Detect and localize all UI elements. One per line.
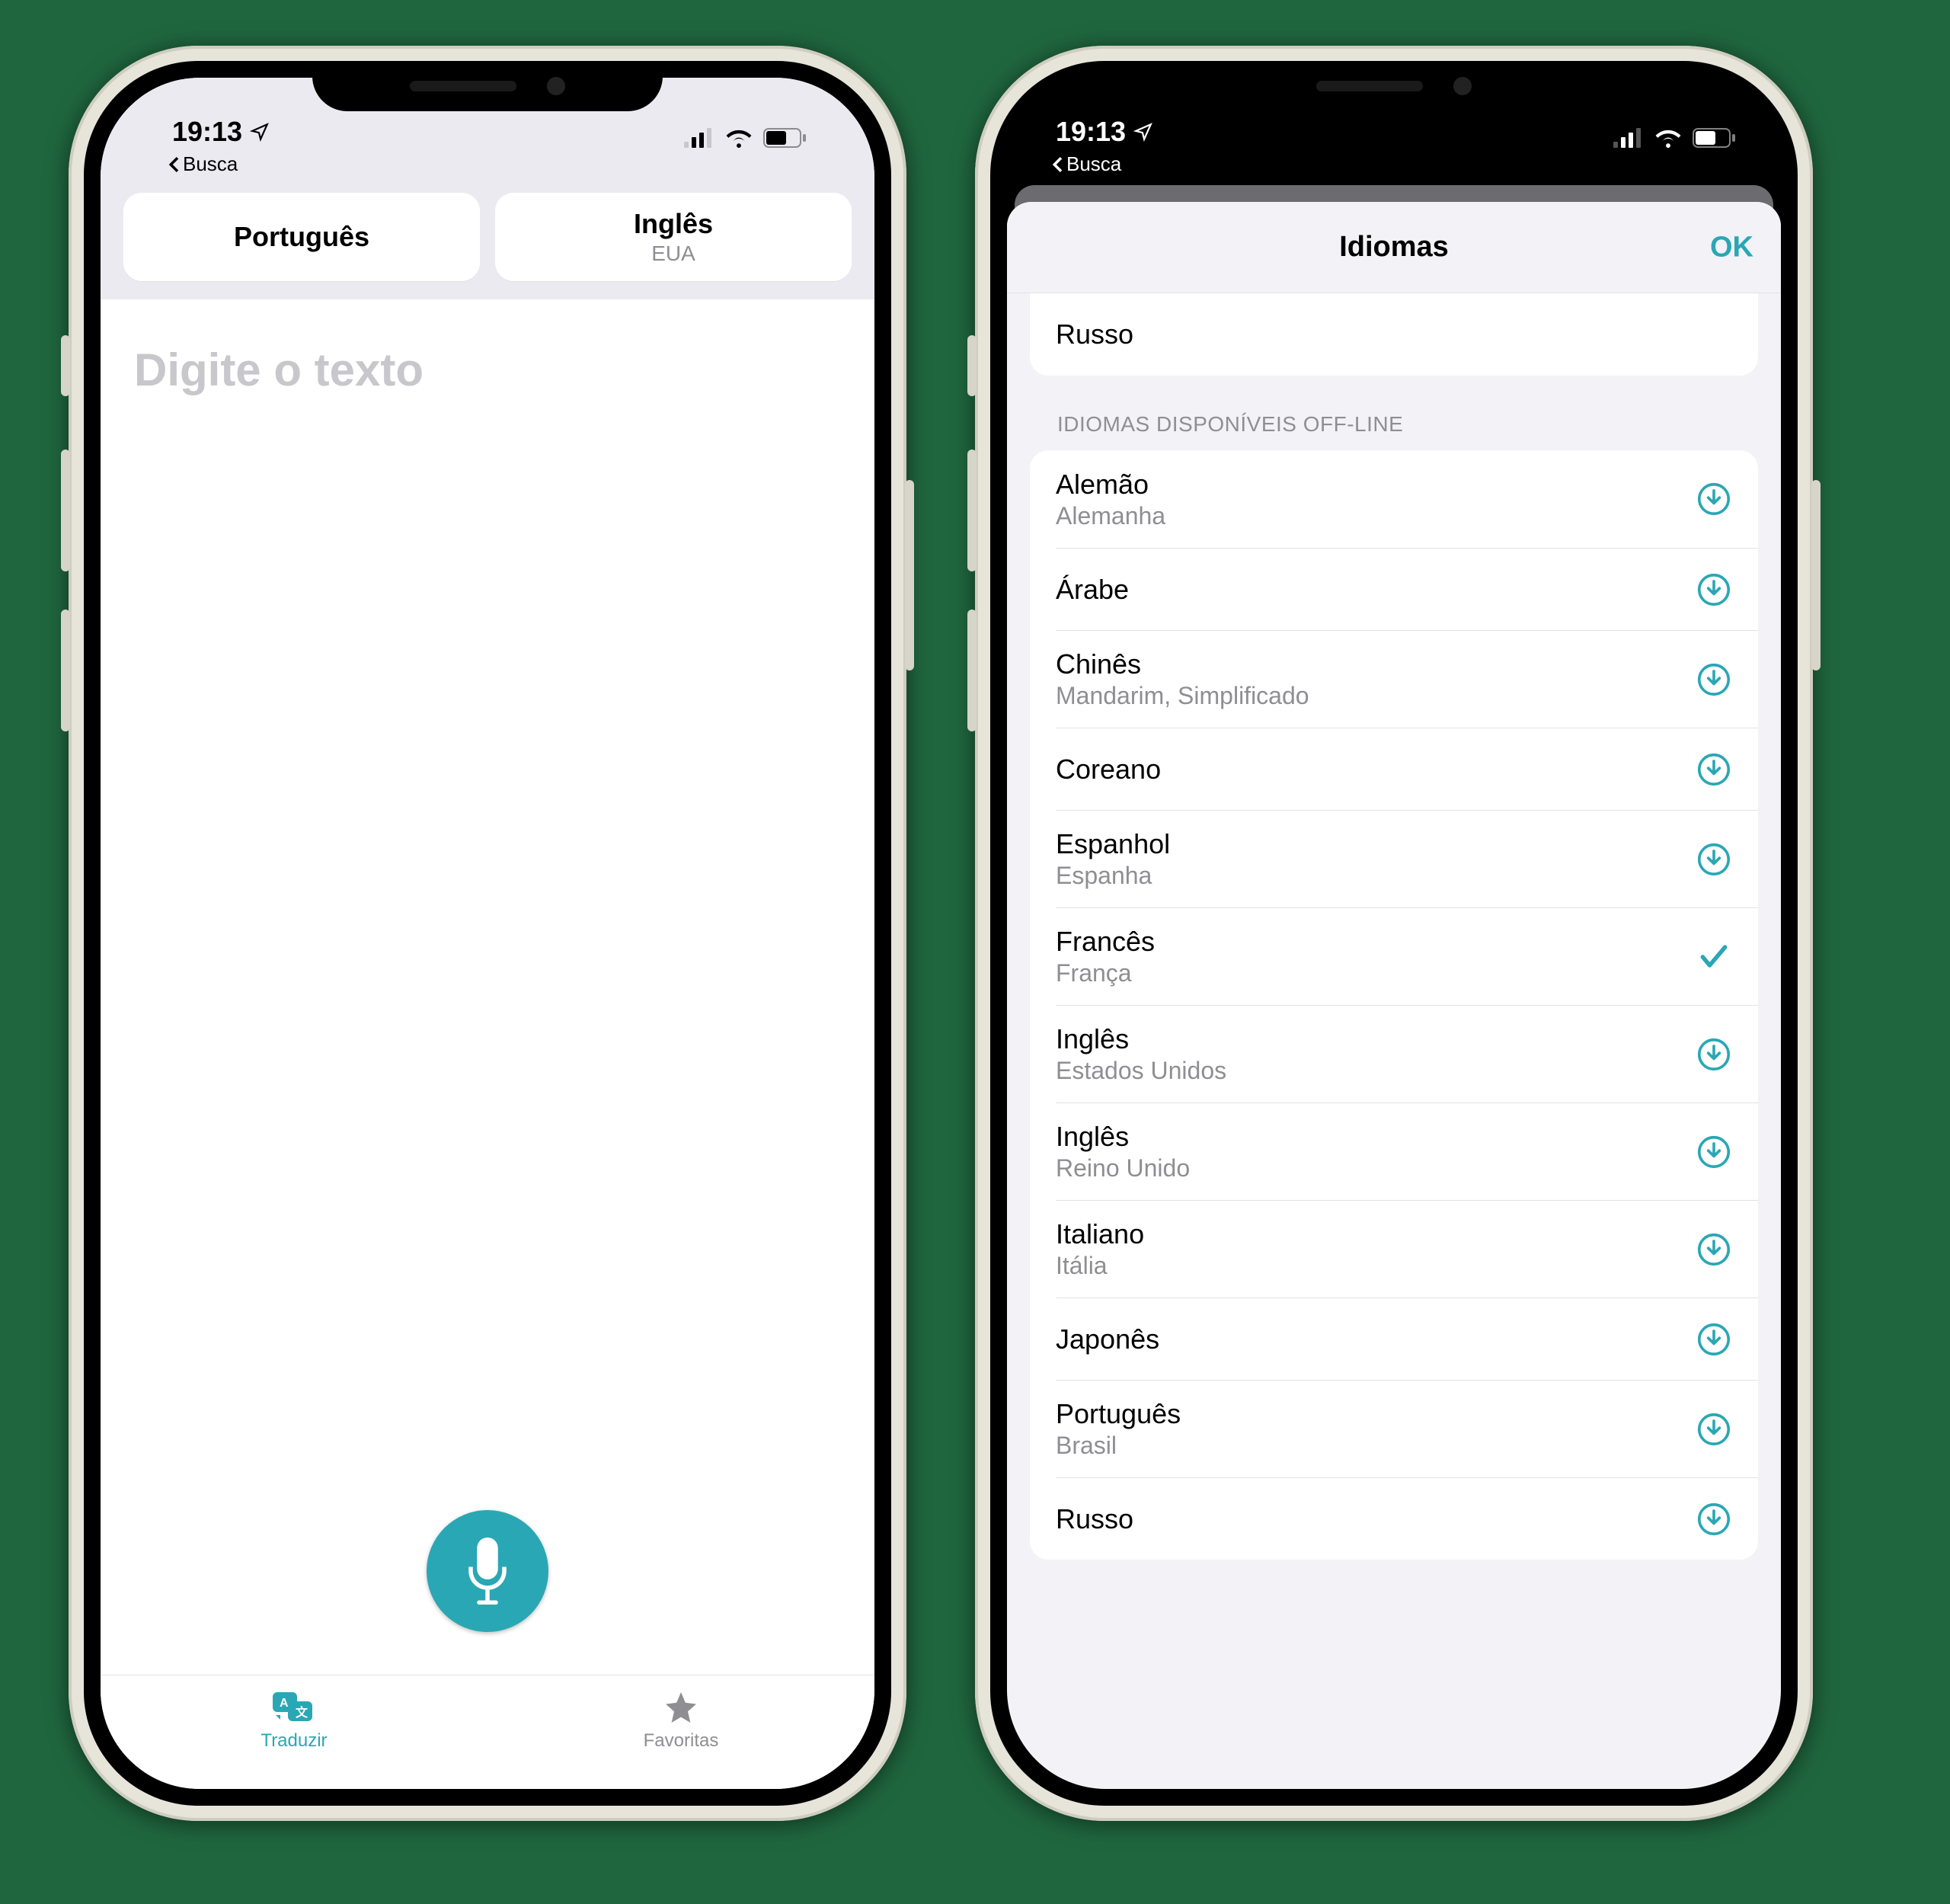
back-caret-icon: [168, 157, 180, 172]
download-icon[interactable]: [1693, 663, 1735, 696]
download-icon[interactable]: [1693, 1323, 1735, 1356]
language-subtitle: Espanha: [1056, 862, 1693, 890]
download-icon[interactable]: [1693, 1413, 1735, 1446]
back-caret-icon: [1051, 157, 1063, 172]
language-subtitle: Mandarim, Simplificado: [1056, 682, 1693, 710]
language-name: Francês: [1056, 926, 1693, 958]
language-row[interactable]: ChinêsMandarim, Simplificado: [1056, 630, 1758, 728]
tab-bar: A 文 Traduzir Favoritas: [101, 1675, 874, 1789]
status-time: 19:13: [172, 116, 242, 148]
wifi-icon: [725, 128, 753, 148]
target-language-sub: EUA: [651, 242, 695, 266]
languages-scroll[interactable]: Russo IDIOMAS DISPONÍVEIS OFF-LINE Alemã…: [1007, 293, 1781, 1789]
language-subtitle: Reino Unido: [1056, 1154, 1693, 1182]
language-row[interactable]: Russo: [1030, 293, 1758, 376]
language-row[interactable]: FrancêsFrança: [1056, 907, 1758, 1005]
language-name: Inglês: [1056, 1121, 1693, 1153]
tab-translate-label: Traduzir: [261, 1730, 327, 1752]
back-to-app[interactable]: Busca: [1007, 151, 1781, 182]
wifi-icon: [1654, 128, 1682, 148]
language-subtitle: Estados Unidos: [1056, 1057, 1693, 1085]
language-row[interactable]: EspanholEspanha: [1056, 810, 1758, 907]
language-name: Russo: [1056, 318, 1735, 350]
language-subtitle: Alemanha: [1056, 502, 1693, 530]
back-to-app[interactable]: Busca: [123, 151, 852, 182]
language-row[interactable]: Japonês: [1056, 1298, 1758, 1380]
language-name: Russo: [1056, 1503, 1693, 1535]
svg-text:文: 文: [296, 1705, 308, 1720]
language-name: Alemão: [1056, 469, 1693, 501]
download-icon[interactable]: [1693, 843, 1735, 876]
download-icon[interactable]: [1693, 1135, 1735, 1169]
language-subtitle: Brasil: [1056, 1432, 1693, 1460]
device-frame-right: 19:13 Busca Idiomas: [975, 46, 1813, 1821]
language-name: Italiano: [1056, 1218, 1693, 1250]
translate-input-placeholder: Digite o texto: [134, 344, 841, 396]
status-time: 19:13: [1056, 116, 1126, 148]
back-app-label: Busca: [1066, 152, 1121, 176]
download-icon[interactable]: [1693, 753, 1735, 786]
battery-icon: [763, 128, 807, 148]
language-row[interactable]: InglêsReino Unido: [1056, 1102, 1758, 1200]
language-name: Português: [1056, 1398, 1693, 1430]
download-icon[interactable]: [1693, 1502, 1735, 1536]
languages-sheet: Idiomas OK Russo IDIOMAS DISPONÍVEIS OFF…: [1007, 202, 1781, 1789]
language-name: Coreano: [1056, 754, 1693, 786]
tab-favorites[interactable]: Favoritas: [488, 1675, 874, 1789]
mic-button[interactable]: [427, 1510, 548, 1632]
tab-favorites-label: Favoritas: [644, 1730, 719, 1752]
device-frame-left: 19:13 Busca: [69, 46, 906, 1821]
cellular-icon: [684, 128, 714, 148]
target-language-chip[interactable]: Inglês EUA: [495, 193, 852, 281]
sheet-title: Idiomas: [1339, 231, 1449, 264]
language-name: Inglês: [1056, 1023, 1693, 1055]
star-icon: [661, 1689, 701, 1726]
language-row[interactable]: AlemãoAlemanha: [1030, 450, 1758, 548]
cellular-icon: [1613, 128, 1644, 148]
svg-text:A: A: [280, 1697, 289, 1710]
location-icon: [250, 122, 270, 142]
back-app-label: Busca: [183, 152, 238, 176]
download-icon[interactable]: [1693, 482, 1735, 516]
language-name: Árabe: [1056, 574, 1693, 606]
selected-check-icon[interactable]: [1693, 940, 1735, 974]
source-language-chip[interactable]: Português: [123, 193, 480, 281]
download-icon[interactable]: [1693, 573, 1735, 606]
language-name: Espanhol: [1056, 828, 1693, 860]
download-icon[interactable]: [1693, 1038, 1735, 1071]
language-subtitle: Itália: [1056, 1252, 1693, 1280]
offline-section-header: IDIOMAS DISPONÍVEIS OFF-LINE: [1030, 406, 1758, 450]
ok-button[interactable]: OK: [1710, 231, 1753, 264]
target-language-name: Inglês: [634, 208, 713, 240]
mic-icon: [462, 1538, 513, 1605]
language-row[interactable]: InglêsEstados Unidos: [1056, 1005, 1758, 1102]
download-icon[interactable]: [1693, 1233, 1735, 1266]
translate-input-area[interactable]: Digite o texto: [101, 299, 874, 1675]
language-row[interactable]: ItalianoItália: [1056, 1200, 1758, 1298]
language-row[interactable]: PortuguêsBrasil: [1056, 1380, 1758, 1477]
language-row[interactable]: Árabe: [1056, 548, 1758, 630]
language-row[interactable]: Coreano: [1056, 728, 1758, 810]
language-name: Chinês: [1056, 648, 1693, 680]
language-subtitle: França: [1056, 959, 1693, 987]
source-language-name: Português: [234, 221, 369, 253]
location-icon: [1133, 122, 1153, 142]
language-name: Japonês: [1056, 1323, 1693, 1355]
translate-icon: A 文: [270, 1689, 318, 1726]
tab-translate[interactable]: A 文 Traduzir: [101, 1675, 488, 1789]
offline-languages-list: AlemãoAlemanha Árabe ChinêsMandarim, Simpl…: [1030, 450, 1758, 1560]
language-row[interactable]: Russo: [1056, 1477, 1758, 1560]
battery-icon: [1693, 128, 1737, 148]
